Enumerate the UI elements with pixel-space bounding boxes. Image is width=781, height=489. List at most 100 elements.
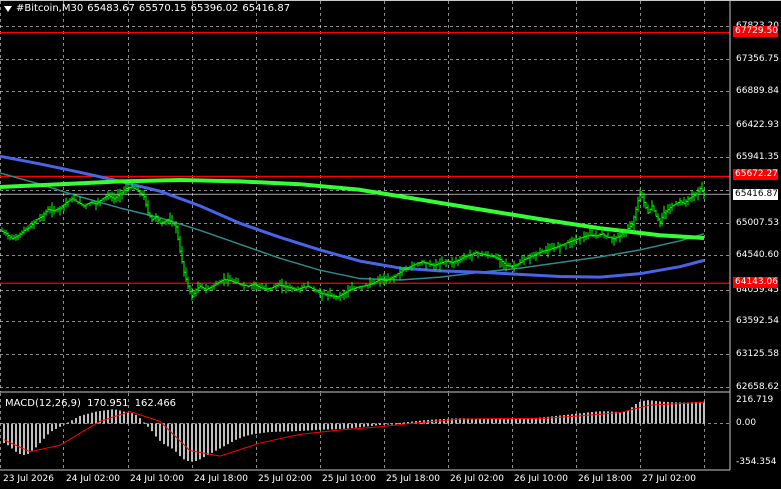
macd-histogram-bar xyxy=(487,418,489,424)
macd-histogram-bar xyxy=(639,401,641,424)
macd-histogram-bar xyxy=(275,423,277,432)
macd-histogram-bar xyxy=(595,411,597,424)
macd-histogram-bar xyxy=(303,423,305,431)
macd-histogram-bar xyxy=(627,410,629,424)
price-tick: 65941.35 xyxy=(736,152,779,162)
macd-histogram-bar xyxy=(203,423,205,458)
macd-histogram-bar xyxy=(219,423,221,449)
close-value: 65416.87 xyxy=(242,3,291,14)
macd-histogram-bar xyxy=(79,415,81,424)
macd-histogram-bar xyxy=(703,401,705,424)
macd-histogram-bar xyxy=(343,423,345,429)
macd-histogram-bar xyxy=(91,412,93,424)
trading-chart-window[interactable]: #Bitcoin,M30 65483.67 65570.15 65396.02 … xyxy=(0,0,781,489)
macd-histogram-bar xyxy=(563,415,565,424)
macd-histogram-bar xyxy=(223,423,225,447)
macd-histogram-bar xyxy=(615,411,617,424)
macd-histogram-bar xyxy=(683,402,685,424)
macd-histogram-bar xyxy=(647,400,649,424)
macd-histogram-bar xyxy=(499,419,501,424)
macd-histogram-bar xyxy=(339,423,341,429)
macd-histogram-bar xyxy=(651,400,653,424)
macd-histogram-bar xyxy=(147,423,149,427)
macd-histogram-bar xyxy=(191,423,193,462)
time-tick: 23 Jul 2026 xyxy=(3,474,54,484)
macd-histogram-bar xyxy=(363,423,365,427)
macd-histogram-bar xyxy=(75,418,77,424)
price-tick: 64540.60 xyxy=(736,250,779,260)
macd-histogram-bar xyxy=(59,423,61,427)
ma-blue-line xyxy=(0,154,705,279)
macd-histogram-bar xyxy=(603,411,605,424)
time-tick: 26 Jul 02:00 xyxy=(450,474,504,484)
macd-histogram-bar xyxy=(251,423,253,435)
macd-histogram-bar xyxy=(511,419,513,424)
macd-histogram-bar xyxy=(679,402,681,424)
dropdown-triangle-icon[interactable] xyxy=(4,5,12,12)
macd-histogram-bar xyxy=(139,418,141,424)
macd-histogram-bar xyxy=(699,401,701,424)
macd-histogram-bar xyxy=(263,423,265,433)
macd-histogram-bar xyxy=(287,423,289,432)
macd-histogram-bar xyxy=(27,423,29,454)
macd-histogram-bar xyxy=(207,423,209,456)
macd-histogram-bar xyxy=(159,423,161,441)
macd-histogram-bar xyxy=(151,423,153,432)
macd-histogram-bar xyxy=(199,423,201,460)
macd-histogram-bar xyxy=(495,419,497,424)
price-tick: 63125.58 xyxy=(736,349,779,359)
macd-histogram-bar xyxy=(299,423,301,431)
macd-value: 170.951 xyxy=(87,398,129,409)
macd-histogram-bar xyxy=(19,423,21,454)
macd-histogram-bar xyxy=(107,409,109,424)
macd-histogram-bar xyxy=(575,413,577,424)
price-tick: 63592.54 xyxy=(736,316,779,326)
price-tick: 66889.84 xyxy=(736,86,779,96)
macd-header: MACD(12,26,9) 170.951 162.466 xyxy=(5,398,179,409)
macd-histogram-bar xyxy=(507,419,509,424)
macd-histogram-bar xyxy=(311,423,313,431)
macd-histogram-bar xyxy=(399,422,401,424)
macd-histogram-bar xyxy=(443,418,445,424)
price-chart-canvas[interactable] xyxy=(0,0,781,489)
macd-histogram-bar xyxy=(559,415,561,424)
macd-histogram-bar xyxy=(515,418,517,424)
macd-histogram-bar xyxy=(23,423,25,456)
macd-histogram-bar xyxy=(375,423,377,426)
macd-histogram-bar xyxy=(267,423,269,433)
macd-histogram-bar xyxy=(167,423,169,447)
macd-histogram-bar xyxy=(195,423,197,461)
time-tick: 25 Jul 10:00 xyxy=(322,474,376,484)
price-tick: 66422.93 xyxy=(736,120,779,130)
macd-histogram-bar xyxy=(11,423,13,449)
macd-histogram-bar xyxy=(351,423,353,429)
macd-histogram-bar xyxy=(579,413,581,424)
macd-histogram-bar xyxy=(131,413,133,424)
time-tick: 25 Jul 18:00 xyxy=(386,474,440,484)
macd-histogram-bar xyxy=(643,400,645,424)
macd-histogram-bar xyxy=(187,423,189,461)
macd-histogram-bar xyxy=(255,423,257,434)
level-label[interactable]: 64143.06 xyxy=(733,277,778,288)
macd-histogram-bar xyxy=(395,423,397,425)
macd-histogram-bar xyxy=(31,423,33,451)
macd-histogram-bar xyxy=(259,423,261,434)
macd-histogram-bar xyxy=(143,422,145,424)
macd-histogram-bar xyxy=(55,423,57,429)
macd-histogram-bar xyxy=(111,409,113,424)
macd-histogram-bar xyxy=(583,412,585,424)
macd-histogram-bar xyxy=(383,423,385,425)
macd-histogram-bar xyxy=(231,423,233,442)
level-label[interactable]: 65672.27 xyxy=(733,169,778,180)
macd-title: MACD(12,26,9) xyxy=(5,398,81,409)
macd-histogram-bar xyxy=(247,423,249,436)
macd-histogram-bar xyxy=(675,402,677,424)
macd-histogram-bar xyxy=(403,422,405,424)
macd-histogram-bar xyxy=(359,423,361,428)
macd-histogram-bar xyxy=(323,423,325,430)
level-label[interactable]: 67729.50 xyxy=(733,26,778,37)
macd-histogram-bar xyxy=(567,414,569,424)
signal-value: 162.466 xyxy=(134,398,177,409)
macd-histogram-bar xyxy=(43,423,45,439)
macd-histogram-bar xyxy=(447,418,449,424)
